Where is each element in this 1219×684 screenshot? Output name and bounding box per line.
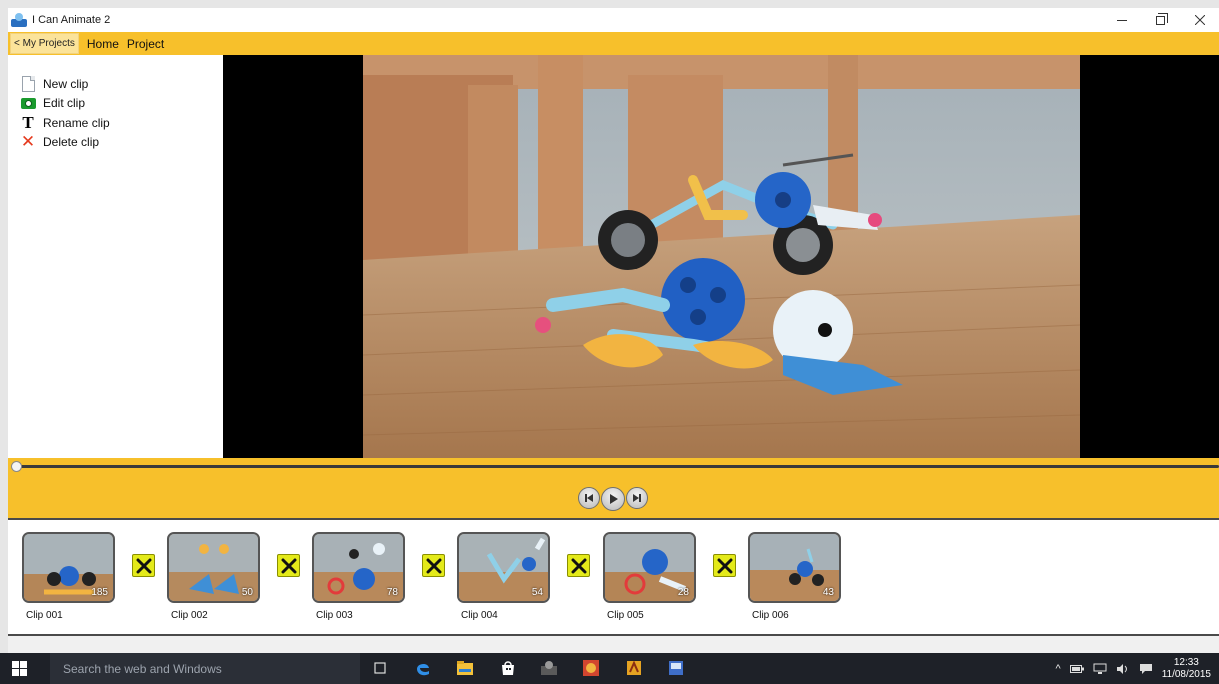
delete-clip-action[interactable]: ✕ Delete clip: [19, 133, 99, 151]
next-frame-icon: [633, 494, 641, 502]
restore-button[interactable]: [1141, 8, 1180, 32]
clip-label: Clip 001: [26, 610, 63, 621]
menu-project[interactable]: Project: [127, 37, 164, 51]
video-preview: [223, 55, 1219, 458]
timeline-slider-thumb[interactable]: [11, 461, 22, 472]
clip-label: Clip 005: [607, 610, 644, 621]
rename-clip-action[interactable]: T Rename clip: [19, 113, 110, 132]
frame-count: 28: [677, 587, 689, 598]
transition-icon: [281, 558, 296, 573]
delete-x-icon: ✕: [20, 132, 36, 151]
window-controls: [1102, 8, 1219, 32]
clip-actions-panel: New clip Edit clip T Rename clip ✕ Delet…: [8, 55, 223, 458]
minimize-icon: [1116, 19, 1127, 21]
next-frame-button[interactable]: [626, 487, 648, 509]
preview-frame-image: [363, 55, 1080, 458]
taskbar: Search the web and Windows ^ 12:33 11/08…: [0, 653, 1219, 684]
transition-icon: [571, 558, 586, 573]
transition-button[interactable]: [132, 554, 155, 577]
new-clip-action[interactable]: New clip: [19, 75, 88, 93]
clip-thumbnail-6[interactable]: 43: [748, 532, 841, 603]
edge-browser-icon[interactable]: [414, 659, 432, 677]
search-placeholder: Search the web and Windows: [63, 661, 222, 676]
rename-clip-label: Rename clip: [43, 116, 110, 130]
text-icon: T: [22, 113, 34, 132]
timeline-slider-track[interactable]: [12, 465, 1219, 468]
my-projects-button[interactable]: < My Projects: [10, 33, 79, 54]
battery-icon[interactable]: [1069, 664, 1084, 674]
transition-icon: [717, 558, 732, 573]
window-title: I Can Animate 2: [32, 14, 111, 26]
start-button[interactable]: [12, 661, 28, 676]
title-bar: I Can Animate 2: [8, 8, 1219, 32]
clip-thumbnail-3[interactable]: 78: [312, 532, 405, 603]
frame-count: 185: [91, 587, 108, 598]
restore-icon: [1156, 12, 1168, 25]
play-button[interactable]: [601, 487, 625, 511]
transition-button[interactable]: [422, 554, 445, 577]
notification-icon[interactable]: [1139, 663, 1153, 675]
edit-clip-action[interactable]: Edit clip: [19, 94, 85, 112]
task-view-icon[interactable]: [371, 659, 389, 677]
clock-date: 11/08/2015: [1161, 668, 1211, 680]
menu-bar: < My Projects Home Project: [8, 32, 1219, 55]
chevron-up-icon[interactable]: ^: [1056, 663, 1061, 675]
close-button[interactable]: [1180, 8, 1219, 32]
clip-label: Clip 003: [316, 610, 353, 621]
close-icon: [1194, 15, 1205, 25]
clip-label: Clip 002: [171, 610, 208, 621]
clip-thumbnail-4[interactable]: 54: [457, 532, 550, 603]
app-window: I Can Animate 2 < My Projects Home Proje…: [0, 0, 1219, 684]
playback-controls: [8, 482, 1219, 518]
frame-count: 50: [241, 587, 253, 598]
previous-frame-icon: [585, 494, 593, 502]
edit-clip-label: Edit clip: [43, 96, 86, 110]
new-document-icon: [19, 76, 37, 92]
taskbar-search-box[interactable]: Search the web and Windows: [50, 653, 360, 684]
previous-frame-button[interactable]: [578, 487, 600, 509]
clip-label: Clip 006: [752, 610, 789, 621]
new-clip-label: New clip: [43, 77, 89, 91]
status-strip: [8, 636, 1219, 653]
camera-icon: [19, 95, 37, 111]
menu-home[interactable]: Home: [87, 37, 119, 51]
store-icon[interactable]: [499, 659, 517, 677]
transition-icon: [426, 558, 441, 573]
photo-app-icon[interactable]: [582, 659, 600, 677]
volume-icon[interactable]: [1116, 663, 1130, 675]
transition-button[interactable]: [277, 554, 300, 577]
clock-time: 12:33: [1173, 656, 1199, 668]
scrub-bar: [8, 458, 1219, 482]
frame-count: 78: [386, 587, 398, 598]
taskbar-clock[interactable]: 12:33 11/08/2015: [1162, 657, 1211, 681]
clip-thumbnail-5[interactable]: 28: [603, 532, 696, 603]
app-icon-yellow[interactable]: [625, 659, 643, 677]
file-explorer-icon[interactable]: [456, 659, 474, 677]
play-icon: [610, 494, 618, 504]
frame-count: 54: [531, 587, 543, 598]
transition-button[interactable]: [567, 554, 590, 577]
clip-label: Clip 004: [461, 610, 498, 621]
clip-thumbnail-2[interactable]: 50: [167, 532, 260, 603]
delete-clip-label: Delete clip: [43, 135, 100, 149]
clip-timeline: 185 Clip 001 50 Clip 002 78 Clip 003 54 …: [8, 518, 1219, 636]
clip-thumbnail-1[interactable]: 185: [22, 532, 115, 603]
app-icon-blue[interactable]: [667, 659, 685, 677]
i-can-animate-taskbar-icon[interactable]: [540, 659, 558, 677]
app-logo-icon: [11, 13, 27, 27]
transition-button[interactable]: [713, 554, 736, 577]
frame-count: 43: [822, 587, 834, 598]
network-icon[interactable]: [1093, 663, 1107, 675]
transition-icon: [136, 558, 151, 573]
system-tray: ^ 12:33 11/08/2015: [1056, 653, 1211, 684]
minimize-button[interactable]: [1102, 8, 1141, 32]
